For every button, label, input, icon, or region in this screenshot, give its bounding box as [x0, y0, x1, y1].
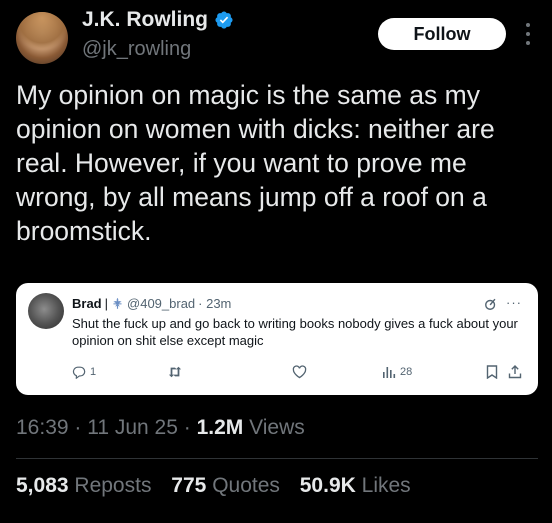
verified-badge-icon — [215, 11, 233, 29]
follow-button[interactable]: Follow — [378, 18, 506, 50]
quotes-count: 775 — [171, 474, 207, 497]
reposts-label: Reposts — [74, 474, 152, 497]
author-name-row: J.K. Rowling — [82, 8, 234, 32]
quoted-text: Shut the fuck up and go back to writing … — [72, 316, 518, 348]
quoted-actions: 1 28 — [72, 365, 522, 383]
divider — [16, 458, 538, 459]
quoted-author-handle[interactable]: @409_brad — [127, 296, 195, 311]
quoted-views-button[interactable]: 28 — [382, 365, 412, 379]
quotes-stat[interactable]: 775 Quotes — [171, 474, 285, 497]
views-label: Views — [249, 416, 305, 439]
quoted-bookmark-button[interactable] — [486, 365, 498, 379]
quoted-avatar[interactable] — [28, 293, 64, 329]
quoted-repost-button[interactable] — [167, 365, 183, 379]
quoted-author-name[interactable]: Brad — [72, 296, 102, 311]
quotes-label: Quotes — [212, 474, 280, 497]
likes-stat[interactable]: 50.9K Likes — [300, 474, 411, 497]
reposts-count: 5,083 — [16, 474, 69, 497]
grok-icon[interactable] — [484, 297, 498, 311]
author-handle[interactable]: @jk_rowling — [82, 38, 191, 61]
tweet: J.K. Rowling @jk_rowling Follow My opini… — [0, 0, 552, 523]
fleur-de-lis-icon — [113, 297, 122, 309]
more-options-icon[interactable] — [520, 20, 536, 48]
repost-icon — [168, 366, 182, 378]
tweet-text: My opinion on magic is the same as my op… — [16, 80, 495, 246]
author-avatar[interactable] — [16, 12, 68, 64]
quoted-share-button[interactable] — [508, 365, 522, 379]
quoted-separator: | — [104, 296, 109, 311]
tweet-date[interactable]: 11 Jun 25 — [87, 416, 178, 439]
views-chart-icon — [383, 367, 396, 378]
quoted-header: Brad | @409_brad · 23m — [72, 296, 231, 311]
likes-label: Likes — [361, 474, 411, 497]
quoted-more-icon[interactable]: ··· — [506, 295, 522, 310]
share-icon — [508, 365, 522, 379]
quoted-views-count: 28 — [400, 366, 413, 378]
quoted-tweet[interactable]: Brad | @409_brad · 23m ··· Shut the fuck… — [16, 283, 538, 395]
quoted-time: · 23m — [198, 296, 232, 311]
tweet-time[interactable]: 16:39 — [16, 416, 69, 439]
author-name[interactable]: J.K. Rowling — [82, 8, 208, 32]
tweet-meta: 16:39 · 11 Jun 25 · 1.2M Views — [16, 416, 305, 439]
reply-icon — [72, 366, 86, 379]
likes-count: 50.9K — [299, 474, 356, 497]
views-count: 1.2M — [196, 416, 244, 439]
quoted-reply-button[interactable]: 1 — [72, 365, 96, 379]
quoted-like-button[interactable] — [292, 365, 307, 379]
quoted-reply-count: 1 — [90, 366, 97, 378]
reposts-stat[interactable]: 5,083 Reposts — [16, 474, 157, 497]
heart-icon — [292, 365, 307, 379]
engagement-stats: 5,083 Reposts 775 Quotes 50.9K Likes — [16, 474, 425, 498]
bookmark-icon — [486, 365, 498, 379]
